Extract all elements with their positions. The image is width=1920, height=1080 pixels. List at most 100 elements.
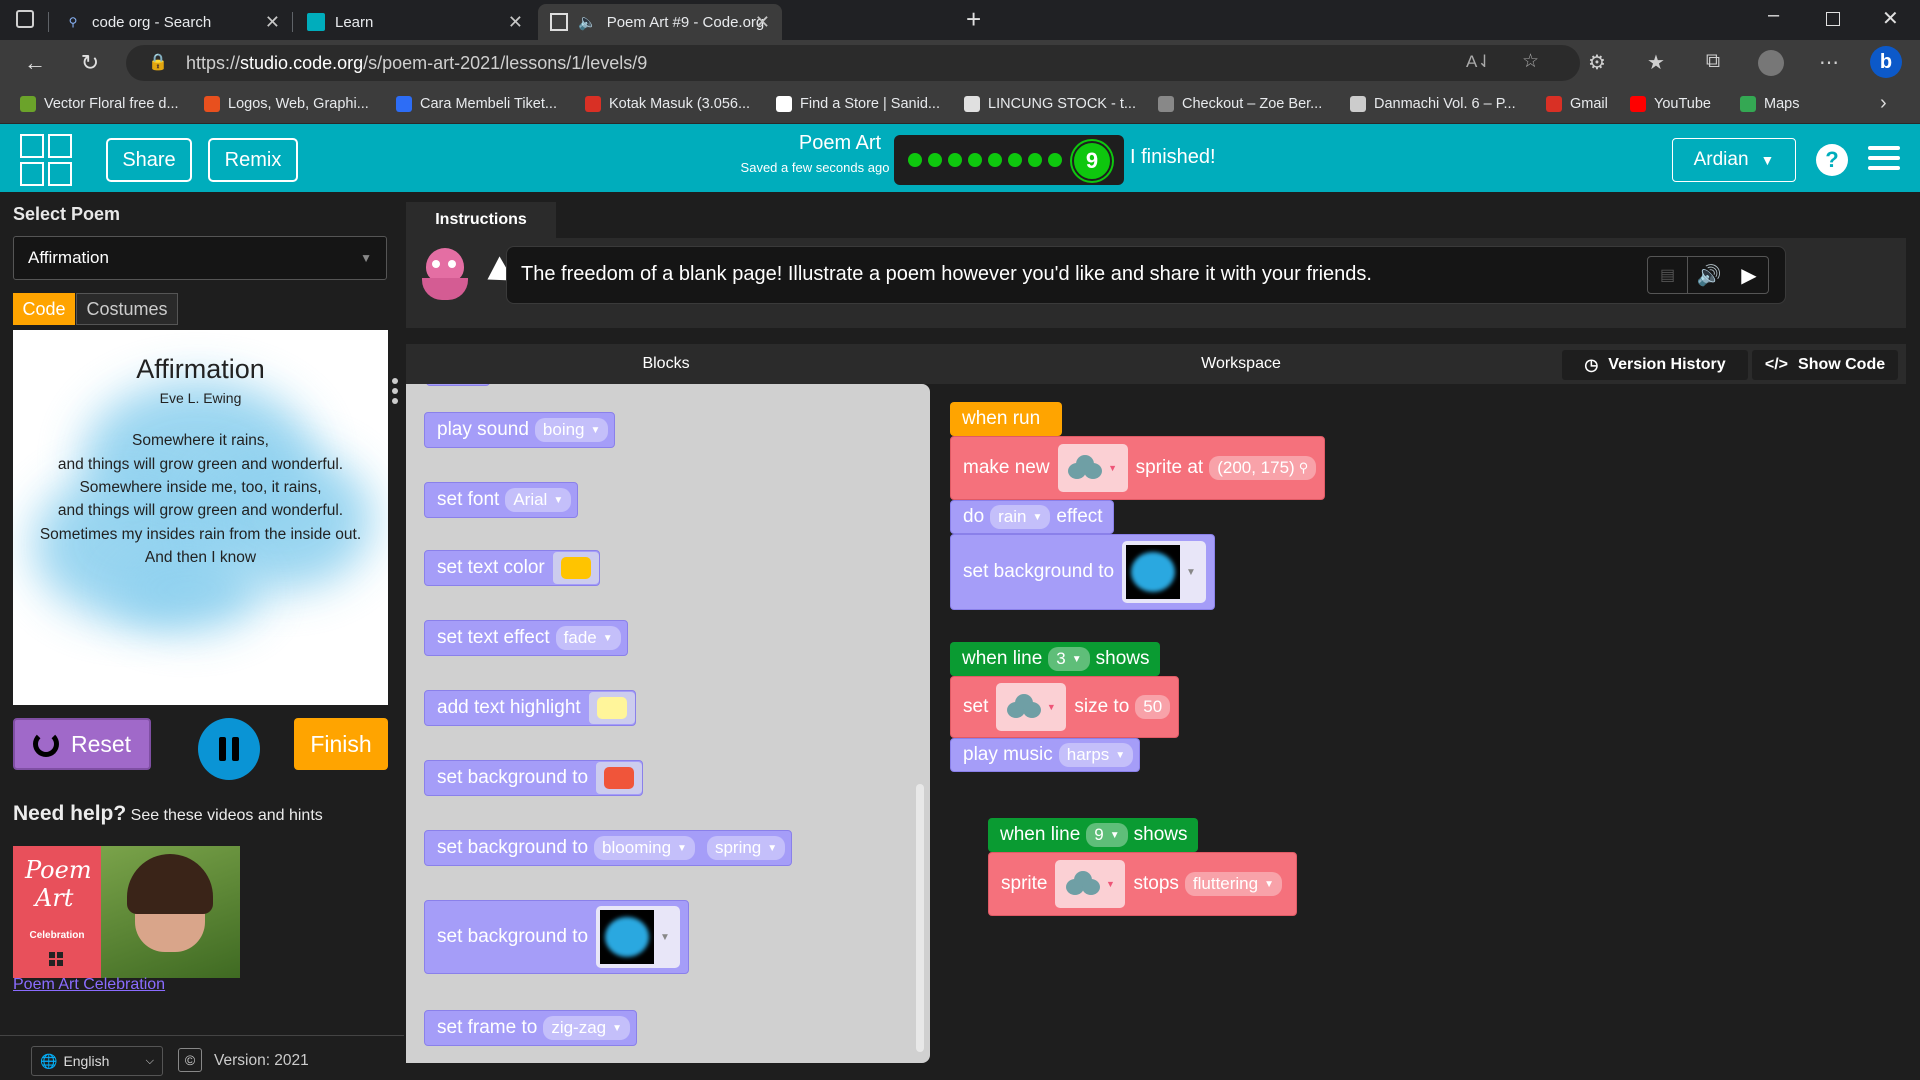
music-dropdown[interactable]: harps ▼ xyxy=(1058,743,1134,767)
reload-icon[interactable]: ↻ xyxy=(75,50,105,76)
more-icon[interactable]: ⋯ xyxy=(1816,50,1842,75)
progress-dot[interactable] xyxy=(1048,153,1062,167)
video-thumbnail[interactable]: Poem Art Celebration xyxy=(13,846,240,978)
extensions-icon[interactable]: ⚙ xyxy=(1584,50,1610,75)
mute-icon[interactable]: ▤ xyxy=(1648,257,1688,293)
tab-instructions[interactable]: Instructions xyxy=(406,202,556,238)
bookmark-item[interactable]: Danmachi Vol. 6 – P... xyxy=(1350,96,1516,112)
bookmark-item[interactable]: Kotak Masuk (3.056... xyxy=(585,96,750,112)
block-set-text-color[interactable]: set text color xyxy=(424,550,600,586)
tab-search[interactable]: ⚲ code org - Search ✕ xyxy=(52,4,292,40)
progress-dot[interactable] xyxy=(948,153,962,167)
favorite-add-icon[interactable]: ☆ xyxy=(1522,50,1539,73)
sprite-picker[interactable]: ▼ xyxy=(1055,860,1126,908)
image-picker[interactable]: ▼ xyxy=(596,906,680,968)
show-code-button[interactable]: </> Show Code xyxy=(1752,350,1898,380)
behavior-dropdown[interactable]: fluttering ▼ xyxy=(1184,872,1282,896)
tab-poem-art[interactable]: 🔈 Poem Art #9 - Code.org ✕ xyxy=(538,4,782,40)
pause-button[interactable] xyxy=(198,718,260,780)
block-set-frame[interactable]: set frame to zig-zag ▼ xyxy=(424,1010,638,1046)
collections-icon[interactable]: ⧉ xyxy=(1700,50,1726,73)
block-do-effect[interactable]: do rain ▼ effect xyxy=(950,500,1114,534)
font-dropdown[interactable]: Arial ▼ xyxy=(505,488,572,512)
block-play-sound[interactable]: play sound boing ▼ xyxy=(424,412,616,448)
restore-icon[interactable] xyxy=(1826,12,1840,26)
effect-dropdown[interactable]: rain ▼ xyxy=(990,505,1051,529)
reset-button[interactable]: Reset xyxy=(13,718,151,770)
pattern-dropdown[interactable]: blooming ▼ xyxy=(594,836,695,860)
remix-button[interactable]: Remix xyxy=(208,138,298,182)
color-picker[interactable] xyxy=(552,552,599,584)
progress-dot[interactable] xyxy=(968,153,982,167)
video-link[interactable]: Poem Art Celebration xyxy=(13,976,165,994)
new-tab-icon[interactable]: + xyxy=(966,4,981,35)
bookmark-item[interactable]: YouTube xyxy=(1630,96,1711,112)
location-picker[interactable]: (200, 175) ⚲ xyxy=(1209,456,1317,480)
block-set-text-effect[interactable]: set text effect fade ▼ xyxy=(424,620,628,656)
effect-dropdown[interactable]: fade ▼ xyxy=(555,626,621,650)
bookmark-item[interactable]: Gmail xyxy=(1546,96,1608,112)
close-window-icon[interactable]: ✕ xyxy=(1882,6,1899,31)
sprite-picker[interactable]: ▼ xyxy=(1057,444,1128,492)
block-set-background-pattern[interactable]: set background to blooming ▼ spring ▼ xyxy=(424,830,793,866)
user-menu-button[interactable]: Ardian ▼ xyxy=(1672,138,1796,182)
block-play-music[interactable]: play music harps ▼ xyxy=(950,738,1141,772)
tab-costumes[interactable]: Costumes xyxy=(76,293,178,325)
version-history-button[interactable]: ◷ Version History xyxy=(1562,350,1748,380)
color-picker[interactable] xyxy=(596,762,643,794)
progress-dot[interactable] xyxy=(928,153,942,167)
play-icon[interactable]: ▶ xyxy=(1730,257,1768,293)
current-level-bubble[interactable]: 9 xyxy=(1072,141,1112,181)
bookmark-item[interactable]: Find a Store | Sanid... xyxy=(776,96,940,112)
line-dropdown[interactable]: 9 ▼ xyxy=(1086,823,1128,847)
volume-icon[interactable]: 🔊 xyxy=(1688,257,1730,293)
progress-dot[interactable] xyxy=(1028,153,1042,167)
tab-code[interactable]: Code xyxy=(13,293,75,325)
block-when-run[interactable]: when run xyxy=(950,402,1062,436)
lock-icon[interactable]: 🔒 xyxy=(148,52,168,72)
favorites-icon[interactable]: ★ xyxy=(1643,50,1669,75)
poem-stage[interactable]: Affirmation Eve L. Ewing Somewhere it ra… xyxy=(13,330,388,705)
bookmark-item[interactable]: LINCUNG STOCK - t... xyxy=(964,96,1136,112)
copyright-icon[interactable]: © xyxy=(178,1048,202,1072)
block-set-sprite-size[interactable]: set ▼ size to 50 xyxy=(950,676,1180,738)
bookmark-item[interactable]: Logos, Web, Graphi... xyxy=(204,96,369,112)
codeorg-logo[interactable] xyxy=(20,134,72,186)
block-when-line-shows[interactable]: when line 3 ▼ shows xyxy=(950,642,1160,676)
finish-button[interactable]: Finish xyxy=(294,718,388,770)
tab-learn[interactable]: Learn ✕ xyxy=(295,4,535,40)
finished-link[interactable]: I finished! xyxy=(1130,146,1216,169)
block-set-background-color[interactable]: set background to xyxy=(424,760,644,796)
toolbox-scrollbar[interactable] xyxy=(916,784,924,1052)
bookmark-item[interactable]: Cara Membeli Tiket... xyxy=(396,96,557,112)
block-set-background-image[interactable]: set background to ▼ xyxy=(424,900,689,974)
block-add-text-highlight[interactable]: add text highlight xyxy=(424,690,636,726)
sound-dropdown[interactable]: boing ▼ xyxy=(534,418,609,442)
hamburger-menu-icon[interactable] xyxy=(1868,146,1900,176)
size-input[interactable]: 50 xyxy=(1135,695,1171,719)
palette-dropdown[interactable]: spring ▼ xyxy=(706,836,786,860)
chevron-right-icon[interactable]: › xyxy=(1880,92,1887,115)
block-set-background-image[interactable]: set background to ▼ xyxy=(950,534,1215,610)
help-icon[interactable]: ? xyxy=(1816,144,1848,176)
back-icon[interactable]: ← xyxy=(20,50,50,76)
poem-select[interactable]: Affirmation ▼ xyxy=(13,236,387,280)
language-select[interactable]: 🌐 English ⌵ xyxy=(31,1046,163,1076)
sprite-picker[interactable]: ▼ xyxy=(996,683,1067,731)
block-when-line-shows[interactable]: when line 9 ▼ shows xyxy=(988,818,1198,852)
block-set-font[interactable]: set font Arial ▼ xyxy=(424,482,579,518)
tab-actions-icon[interactable] xyxy=(16,10,34,28)
line-dropdown[interactable]: 3 ▼ xyxy=(1048,647,1090,671)
bookmark-item[interactable]: Vector Floral free d... xyxy=(20,96,179,112)
color-picker[interactable] xyxy=(588,692,635,724)
minimize-icon[interactable]: – xyxy=(1768,4,1779,27)
progress-dot[interactable] xyxy=(988,153,1002,167)
address-bar[interactable]: 🔒 https://studio.code.org/s/poem-art-202… xyxy=(126,45,1580,81)
block-partial[interactable] xyxy=(426,384,490,386)
resize-handle[interactable] xyxy=(392,378,400,408)
progress-dot[interactable] xyxy=(908,153,922,167)
bookmark-item[interactable]: Maps xyxy=(1740,96,1799,112)
block-make-new-sprite[interactable]: make new ▼ sprite at (200, 175) ⚲ xyxy=(950,436,1326,500)
workspace-canvas[interactable]: when run make new ▼ sprite at (200, 175)… xyxy=(930,384,1920,1072)
frame-dropdown[interactable]: zig-zag ▼ xyxy=(543,1016,631,1040)
